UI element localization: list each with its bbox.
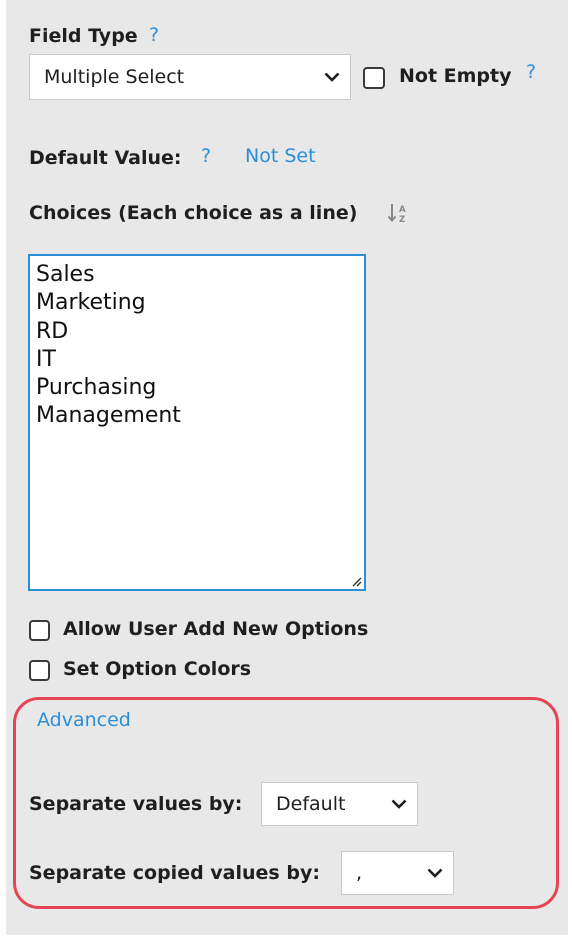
- set-option-colors-checkbox[interactable]: [29, 660, 50, 681]
- sort-az-icon[interactable]: A Z: [387, 203, 411, 223]
- allow-user-add-label: Allow User Add New Options: [63, 618, 369, 640]
- choice-line: Marketing: [36, 290, 146, 316]
- choice-line: RD: [36, 318, 69, 344]
- not-empty-help-icon[interactable]: ?: [526, 61, 536, 83]
- choice-line: Purchasing: [36, 375, 157, 401]
- svg-text:A: A: [399, 205, 406, 215]
- field-type-label: Field Type: [29, 25, 138, 47]
- chevron-down-icon: [324, 72, 340, 82]
- resize-handle-icon[interactable]: [350, 575, 362, 587]
- svg-text:Z: Z: [399, 215, 405, 223]
- field-type-select[interactable]: Multiple Select: [29, 54, 351, 100]
- default-value-help-icon[interactable]: ?: [201, 145, 211, 167]
- default-value-label: Default Value:: [29, 147, 182, 169]
- field-type-select-value: Multiple Select: [44, 66, 185, 88]
- not-empty-checkbox[interactable]: [363, 67, 385, 89]
- choices-textarea[interactable]: Sales Marketing RD IT Purchasing Managem…: [28, 254, 366, 591]
- not-empty-label: Not Empty: [399, 65, 512, 87]
- choice-line: IT: [36, 346, 56, 372]
- field-type-help-icon[interactable]: ?: [149, 24, 159, 46]
- default-value-link[interactable]: Not Set: [245, 145, 316, 167]
- allow-user-add-checkbox[interactable]: [29, 620, 50, 641]
- set-option-colors-label: Set Option Colors: [63, 658, 252, 680]
- advanced-highlight-box: [13, 697, 559, 909]
- choice-line: Management: [36, 403, 181, 429]
- choice-line: Sales: [36, 262, 95, 287]
- choices-label: Choices (Each choice as a line): [29, 202, 358, 224]
